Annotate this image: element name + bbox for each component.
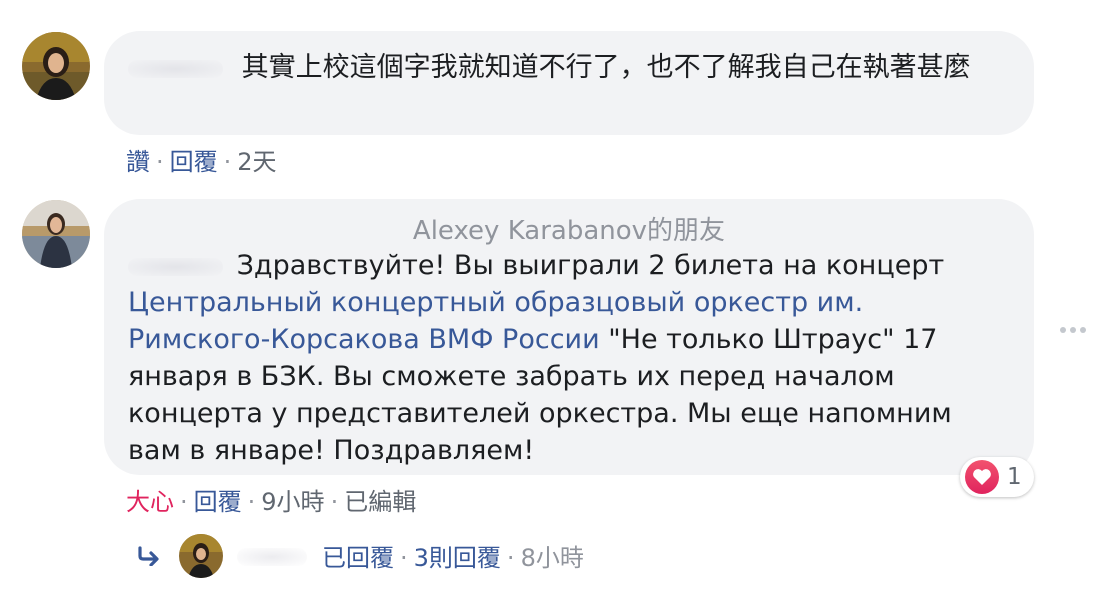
reaction-summary[interactable]: 1 (960, 457, 1034, 497)
comment-bubble-2: Alexey Karabanov的朋友 Здравствуйте! Вы выи… (104, 199, 1034, 475)
comment-actions-1: 讚 · 回覆 · 2天 (126, 148, 277, 176)
love-reaction-link[interactable]: 大心 (126, 488, 174, 516)
comment-bubble-1: 其實上校這個字我就知道不行了，也不了解我自己在執著甚麼 (104, 31, 1034, 135)
comment-text-1: 其實上校這個字我就知道不行了，也不了解我自己在執著甚麼 (241, 52, 971, 83)
reply-link[interactable]: 回覆 (170, 148, 218, 176)
reply-arrow-icon (138, 546, 159, 566)
reply-time: 8小時 (520, 544, 584, 572)
replier-avatar[interactable] (179, 534, 223, 578)
comment-actions-2: 大心 · 回覆 · 9小時 · 已編輯 (126, 488, 417, 516)
heart-reaction-icon (965, 460, 999, 494)
edited-label[interactable]: 已編輯 (344, 488, 416, 516)
comment-text-intro: Здравствуйте! Вы выиграли 2 билета на ко… (236, 250, 945, 281)
reply-count-link[interactable]: 3則回覆 (414, 544, 501, 572)
author-name-redacted[interactable] (128, 59, 223, 78)
reply-link[interactable]: 回覆 (194, 488, 242, 516)
comment-time[interactable]: 9小時 (261, 488, 324, 516)
commenter-avatar-1[interactable] (22, 32, 90, 100)
more-options-icon[interactable] (1060, 327, 1086, 333)
commenter-avatar-2[interactable] (22, 200, 90, 268)
like-link[interactable]: 讚 (126, 148, 150, 176)
author-name-redacted[interactable] (128, 257, 223, 276)
replier-name-redacted[interactable] (237, 548, 307, 566)
comment-time[interactable]: 2天 (237, 148, 276, 176)
reaction-count: 1 (1007, 464, 1022, 490)
friend-of-label: Alexey Karabanov的朋友 (412, 216, 726, 246)
replied-label[interactable]: 已回覆 (322, 544, 394, 572)
